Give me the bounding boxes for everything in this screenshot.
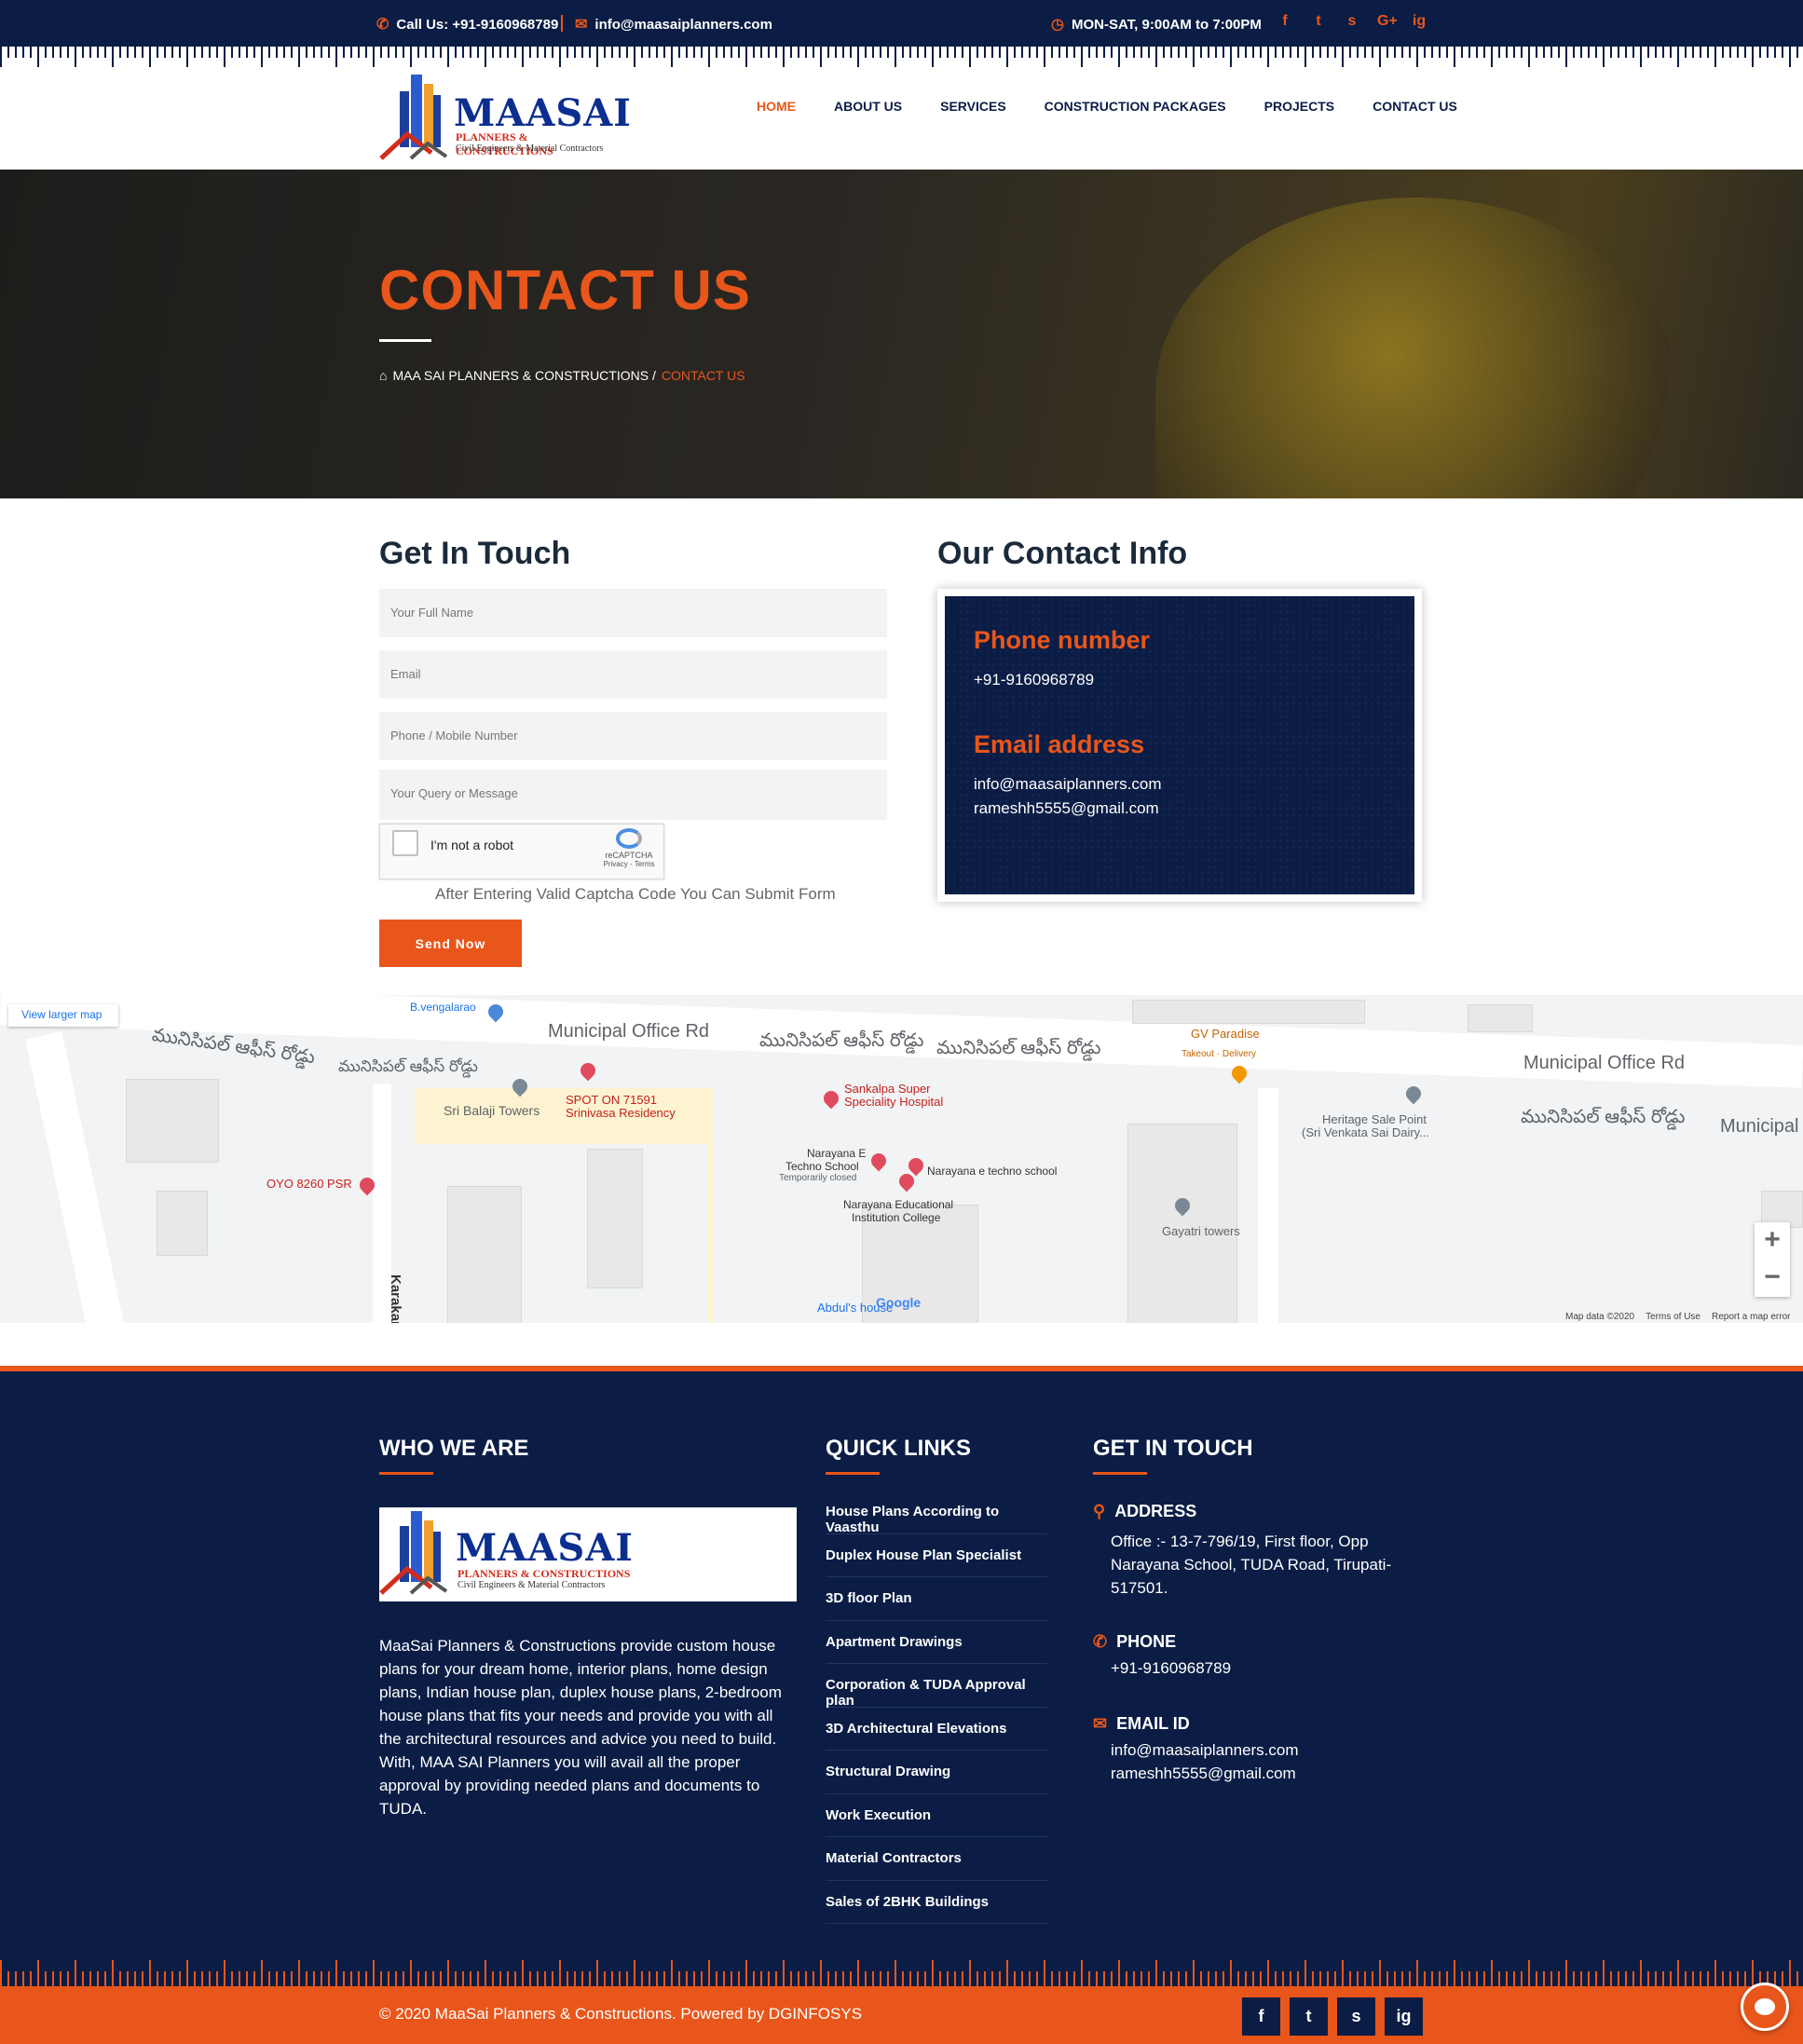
location-pin-icon: ⚲ <box>1093 1502 1106 1520</box>
facebook-icon[interactable]: f <box>1277 13 1293 30</box>
twitter-icon[interactable]: t <box>1290 1997 1328 2036</box>
skype-icon[interactable]: s <box>1337 1997 1375 2036</box>
title-underline <box>379 1472 433 1475</box>
divider <box>561 15 563 32</box>
form-title: Get In Touch <box>379 536 571 571</box>
google-map[interactable]: View larger map Municipal Office Rd Muni… <box>0 995 1803 1323</box>
address-heading: ⚲ ADDRESS <box>1093 1502 1197 1520</box>
nav-construction-packages[interactable]: CONSTRUCTION PACKAGES <box>1045 99 1226 114</box>
quick-link[interactable]: Sales of 2BHK Buildings <box>826 1881 1047 1924</box>
breadcrumb-current: CONTACT US <box>661 368 745 383</box>
instagram-icon[interactable]: ig <box>1411 13 1427 30</box>
opening-hours: ◷ MON-SAT, 9:00AM to 7:00PM <box>1051 16 1262 34</box>
email-value-1[interactable]: info@maasaiplanners.com <box>974 775 1162 794</box>
quick-link[interactable]: Duplex House Plan Specialist <box>826 1534 1047 1577</box>
footer-social-links: f t s ig <box>1242 1997 1423 2036</box>
top-social-links: f t s G+ ig <box>1277 13 1427 30</box>
quick-links: House Plans According to Vaasthu Duplex … <box>826 1491 1047 1924</box>
copyright: © 2020 MaaSai Planners & Constructions. … <box>379 2005 863 2023</box>
page-banner: CONTACT US ⌂ MAA SAI PLANNERS & CONSTRUC… <box>0 170 1803 498</box>
title-underline <box>379 339 431 342</box>
captcha-note: After Entering Valid Captcha Code You Ca… <box>435 885 836 903</box>
call-us[interactable]: ✆ Call Us: +91-9160968789 <box>376 15 558 34</box>
nav-home[interactable]: HOME <box>757 99 796 114</box>
skype-icon[interactable]: s <box>1344 13 1360 30</box>
title-underline <box>826 1472 880 1475</box>
nav-about[interactable]: ABOUT US <box>834 99 902 114</box>
recaptcha-widget: I'm not a robot reCAPTCHA Privacy - Term… <box>379 824 664 879</box>
who-we-are-title: WHO WE ARE <box>379 1436 529 1461</box>
quick-link[interactable]: Apartment Drawings <box>826 1621 1047 1664</box>
footer-logo[interactable]: MAASAI PLANNERS & CONSTRUCTIONS Civil En… <box>379 1507 797 1601</box>
contact-info-card: Phone number +91-9160968789 Email addres… <box>937 589 1422 902</box>
top-email[interactable]: ✉ info@maasaiplanners.com <box>575 15 772 34</box>
phone-value[interactable]: +91-9160968789 <box>974 671 1094 689</box>
phone-heading: ✆ PHONE <box>1093 1632 1177 1651</box>
chat-bubble-icon <box>1755 1998 1775 2015</box>
page-title: CONTACT US <box>379 259 751 321</box>
building-logo-icon <box>379 1511 448 1595</box>
google-plus-icon[interactable]: G+ <box>1377 13 1398 30</box>
send-button[interactable]: Send Now <box>379 920 522 967</box>
breadcrumb-home[interactable]: MAA SAI PLANNERS & CONSTRUCTIONS / <box>392 368 655 383</box>
phone-heading: Phone number <box>974 626 1151 654</box>
nav-projects[interactable]: PROJECTS <box>1264 99 1334 114</box>
helmet-image <box>1155 198 1677 498</box>
quick-link[interactable]: Corporation & TUDA Approval plan <box>826 1664 1047 1709</box>
quick-link[interactable]: House Plans According to Vaasthu <box>826 1491 1047 1535</box>
site-logo[interactable]: MAASAI PLANNERS & CONSTRUCTIONS Civil En… <box>379 67 631 160</box>
main-nav: HOME ABOUT US SERVICES CONSTRUCTION PACK… <box>757 99 1496 114</box>
clock-icon: ◷ <box>1051 17 1064 33</box>
recaptcha-icon <box>616 828 642 849</box>
captcha-label: I'm not a robot <box>430 838 514 852</box>
twitter-icon[interactable]: t <box>1310 13 1327 30</box>
email-heading: ✉ EMAIL ID <box>1093 1714 1190 1733</box>
zoom-in-button[interactable]: + <box>1755 1222 1790 1260</box>
phone-field[interactable]: Phone / Mobile Number <box>379 712 887 760</box>
view-larger-map-link[interactable]: View larger map <box>8 1004 118 1027</box>
breadcrumb: ⌂ MAA SAI PLANNERS & CONSTRUCTIONS / CON… <box>379 368 745 383</box>
address-text: Office :- 13-7-796/19, First floor, Opp … <box>1111 1533 1392 1597</box>
footer-phone[interactable]: +91-9160968789 <box>1111 1656 1418 1680</box>
email-field[interactable]: Email <box>379 650 887 699</box>
quick-link[interactable]: 3D Architectural Elevations <box>826 1708 1047 1751</box>
top-bar: ✆ Call Us: +91-9160968789 ✉ info@maasaip… <box>0 0 1803 47</box>
zoom-out-button[interactable]: − <box>1755 1260 1790 1297</box>
chat-button[interactable] <box>1741 1983 1789 2031</box>
copyright-bar: © 2020 MaaSai Planners & Constructions. … <box>0 1986 1803 2044</box>
footer-email-2[interactable]: rameshh5555@gmail.com <box>1111 1762 1418 1785</box>
contact-info-title: Our Contact Info <box>937 536 1188 571</box>
envelope-icon: ✉ <box>575 17 588 33</box>
name-field[interactable]: Your Full Name <box>379 589 887 637</box>
quick-link[interactable]: Material Contractors <box>826 1837 1047 1881</box>
page: ✆ Call Us: +91-9160968789 ✉ info@maasaip… <box>0 0 1803 2044</box>
ruler-decoration <box>0 1958 1803 1986</box>
home-icon[interactable]: ⌂ <box>379 368 387 383</box>
nav-contact[interactable]: CONTACT US <box>1373 99 1457 114</box>
envelope-icon: ✉ <box>1093 1714 1108 1733</box>
footer-email-1[interactable]: info@maasaiplanners.com <box>1111 1738 1418 1762</box>
email-heading: Email address <box>974 730 1145 758</box>
map-zoom-controls: + − <box>1755 1222 1790 1297</box>
facebook-icon[interactable]: f <box>1242 1997 1280 2036</box>
quick-link[interactable]: Work Execution <box>826 1794 1047 1837</box>
quick-link[interactable]: Structural Drawing <box>826 1751 1047 1794</box>
about-text: MaaSai Planners & Constructions provide … <box>379 1637 782 1818</box>
nav-services[interactable]: SERVICES <box>940 99 1006 114</box>
phone-icon: ✆ <box>1093 1632 1108 1651</box>
google-logo: Google <box>876 1295 922 1310</box>
get-in-touch-title: GET IN TOUCH <box>1093 1436 1253 1461</box>
instagram-icon[interactable]: ig <box>1385 1997 1423 2036</box>
ruler-decoration <box>0 47 1803 69</box>
message-field[interactable]: Your Query or Message <box>379 770 887 820</box>
recaptcha-badge: reCAPTCHA Privacy - Terms <box>596 824 662 877</box>
captcha-checkbox[interactable] <box>392 830 418 856</box>
email-value-2[interactable]: rameshh5555@gmail.com <box>974 799 1159 818</box>
title-underline <box>1093 1472 1147 1475</box>
quick-links-title: QUICK LINKS <box>826 1436 971 1461</box>
phone-icon: ✆ <box>376 17 389 33</box>
quick-link[interactable]: 3D floor Plan <box>826 1577 1047 1621</box>
building-logo-icon <box>379 75 448 160</box>
map-footer: Map data ©2020 Terms of Use Report a map… <box>1565 1312 1791 1322</box>
